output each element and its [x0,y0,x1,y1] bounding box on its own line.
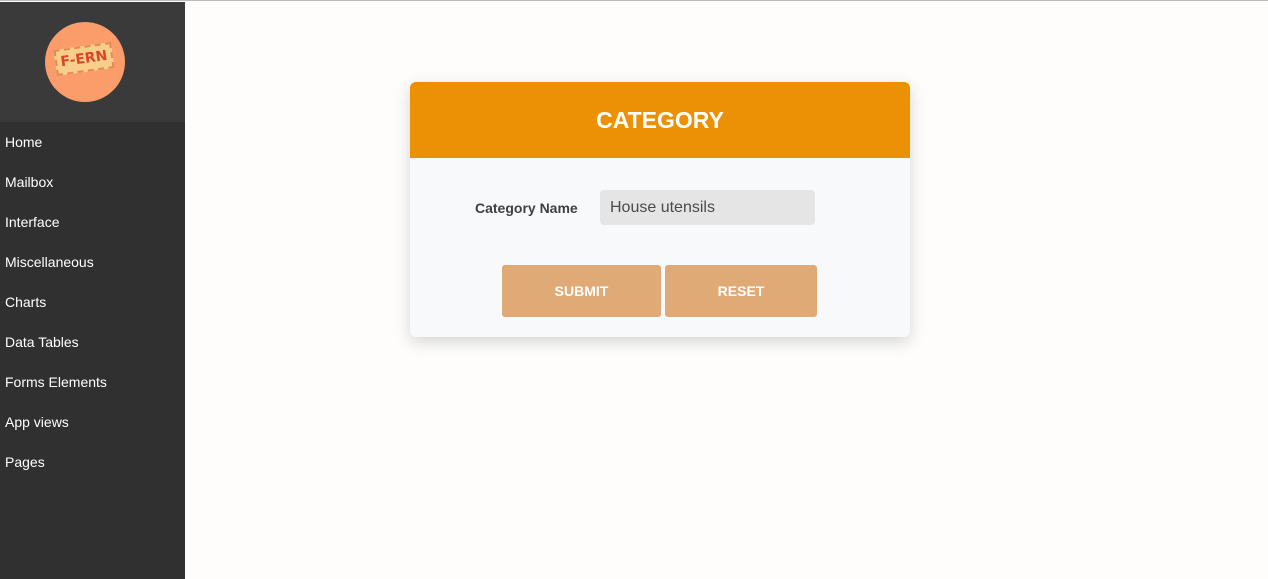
card-header: CATEGORY [410,82,910,158]
sidebar: F-ERN Home Mailbox Interface Miscellaneo… [0,2,185,579]
sidebar-nav: Home Mailbox Interface Miscellaneous Cha… [0,122,185,482]
sidebar-item-miscellaneous[interactable]: Miscellaneous [0,242,185,282]
logo-area: F-ERN [0,2,185,122]
sidebar-item-home[interactable]: Home [0,122,185,162]
sidebar-item-charts[interactable]: Charts [0,282,185,322]
top-border [0,0,1268,1]
sidebar-item-pages[interactable]: Pages [0,442,185,482]
brand-logo[interactable]: F-ERN [45,22,125,102]
reset-button[interactable]: RESET [665,265,817,317]
form-title: CATEGORY [596,106,724,133]
logo-text: F-ERN [53,42,115,76]
sidebar-item-interface[interactable]: Interface [0,202,185,242]
sidebar-item-mailbox[interactable]: Mailbox [0,162,185,202]
sidebar-item-app-views[interactable]: App views [0,402,185,442]
category-form-card: CATEGORY Category Name SUBMIT RESET [410,82,910,337]
category-name-label: Category Name [475,200,578,216]
category-name-input[interactable] [600,190,815,225]
sidebar-item-data-tables[interactable]: Data Tables [0,322,185,362]
sidebar-item-forms-elements[interactable]: Forms Elements [0,362,185,402]
submit-button[interactable]: SUBMIT [502,265,661,317]
